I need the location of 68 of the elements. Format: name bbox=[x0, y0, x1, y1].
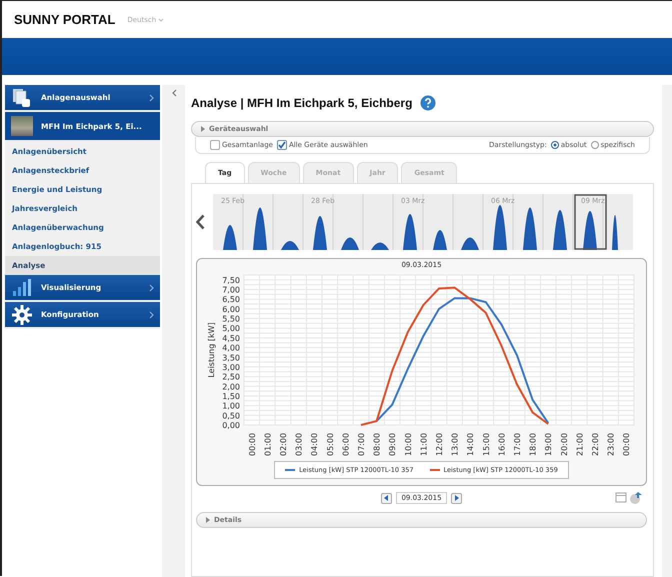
x-tick-label: 19:00 bbox=[544, 432, 553, 456]
x-tick-label: 22:00 bbox=[590, 432, 600, 456]
next-day-button[interactable] bbox=[450, 492, 462, 504]
x-tick-label: 00:00 bbox=[247, 432, 256, 456]
chevron-icon bbox=[149, 284, 154, 292]
y-tick-label: 3,00 bbox=[222, 362, 240, 372]
x-tick-label: 23:00 bbox=[606, 432, 616, 456]
x-tick-label: 04:00 bbox=[310, 432, 319, 456]
x-tick-label: 10:00 bbox=[403, 432, 412, 456]
x-tick-label: 08:00 bbox=[372, 432, 382, 456]
triangle-left-icon bbox=[384, 495, 390, 501]
triangle-right-icon bbox=[454, 495, 459, 501]
y-tick-label: 3,50 bbox=[222, 353, 240, 362]
y-tick-label: 7,00 bbox=[222, 286, 240, 295]
x-tick-label: 00:00 bbox=[622, 432, 631, 456]
calendar-icon[interactable] bbox=[615, 491, 627, 503]
y-tick-label: 1,00 bbox=[222, 402, 240, 411]
caret-icon bbox=[158, 18, 164, 22]
x-tick-label: 15:00 bbox=[481, 432, 490, 456]
documents-icon bbox=[11, 86, 33, 108]
x-tick-label: 16:00 bbox=[496, 432, 506, 456]
x-tick-label: 07:00 bbox=[356, 432, 366, 456]
y-tick-label: 2,50 bbox=[222, 372, 240, 382]
y-tick-label: 1,50 bbox=[222, 392, 240, 401]
x-tick-label: 12:00 bbox=[434, 432, 444, 456]
chevron-icon bbox=[149, 94, 154, 102]
y-tick-label: 5,00 bbox=[222, 324, 240, 334]
y-tick-label: 7,50 bbox=[222, 276, 240, 285]
chevron-icon bbox=[149, 310, 154, 318]
radio-button[interactable] bbox=[550, 141, 559, 149]
x-tick-label: 18:00 bbox=[528, 432, 538, 456]
settings-icon bbox=[11, 304, 33, 326]
y-tick-label: 0,00 bbox=[222, 421, 240, 430]
x-tick-label: 09:00 bbox=[388, 432, 397, 456]
y-axis-label: Leistung [kW] bbox=[206, 322, 216, 378]
y-tick-label: 6,00 bbox=[222, 304, 240, 314]
x-tick-label: 14:00 bbox=[466, 432, 475, 456]
bar-chart-icon bbox=[11, 276, 33, 298]
x-tick-label: 03:00 bbox=[294, 432, 304, 456]
x-tick-label: 11:00 bbox=[418, 432, 428, 456]
x-tick-label: 21:00 bbox=[574, 432, 584, 456]
y-tick-label: 5,50 bbox=[222, 314, 240, 324]
x-tick-label: 01:00 bbox=[262, 432, 272, 456]
triangle-icon bbox=[200, 126, 205, 132]
check-icon bbox=[278, 141, 286, 149]
checkbox[interactable] bbox=[276, 140, 287, 150]
photo-placeholder bbox=[11, 116, 33, 136]
x-tick-label: 20:00 bbox=[559, 432, 568, 456]
x-tick-label: 05:00 bbox=[325, 432, 334, 456]
y-tick-label: 4,50 bbox=[222, 334, 240, 343]
export-icon[interactable] bbox=[629, 491, 643, 505]
chevron-left-icon[interactable] bbox=[196, 214, 205, 230]
triangle-icon bbox=[205, 517, 210, 523]
y-tick-label: 4,00 bbox=[222, 344, 240, 353]
previous-day-button[interactable] bbox=[381, 492, 392, 504]
help-icon[interactable] bbox=[420, 95, 436, 111]
radio-button[interactable] bbox=[590, 141, 599, 149]
x-tick-label: 13:00 bbox=[450, 432, 460, 456]
y-tick-label: 2,00 bbox=[222, 382, 240, 392]
x-tick-label: 17:00 bbox=[512, 432, 522, 456]
x-tick-label: 06:00 bbox=[340, 432, 350, 456]
chevron-left-icon bbox=[172, 89, 176, 97]
logo-text[interactable]: SUNNY PORTAL bbox=[14, 12, 116, 27]
page-title: Analyse | MFH Im Eichpark 5, Eichberg bbox=[191, 96, 412, 110]
y-tick-label: 0,50 bbox=[222, 411, 240, 420]
y-tick-label: 6,50 bbox=[222, 295, 240, 304]
x-tick-label: 02:00 bbox=[278, 432, 288, 456]
checkbox[interactable] bbox=[210, 140, 220, 150]
